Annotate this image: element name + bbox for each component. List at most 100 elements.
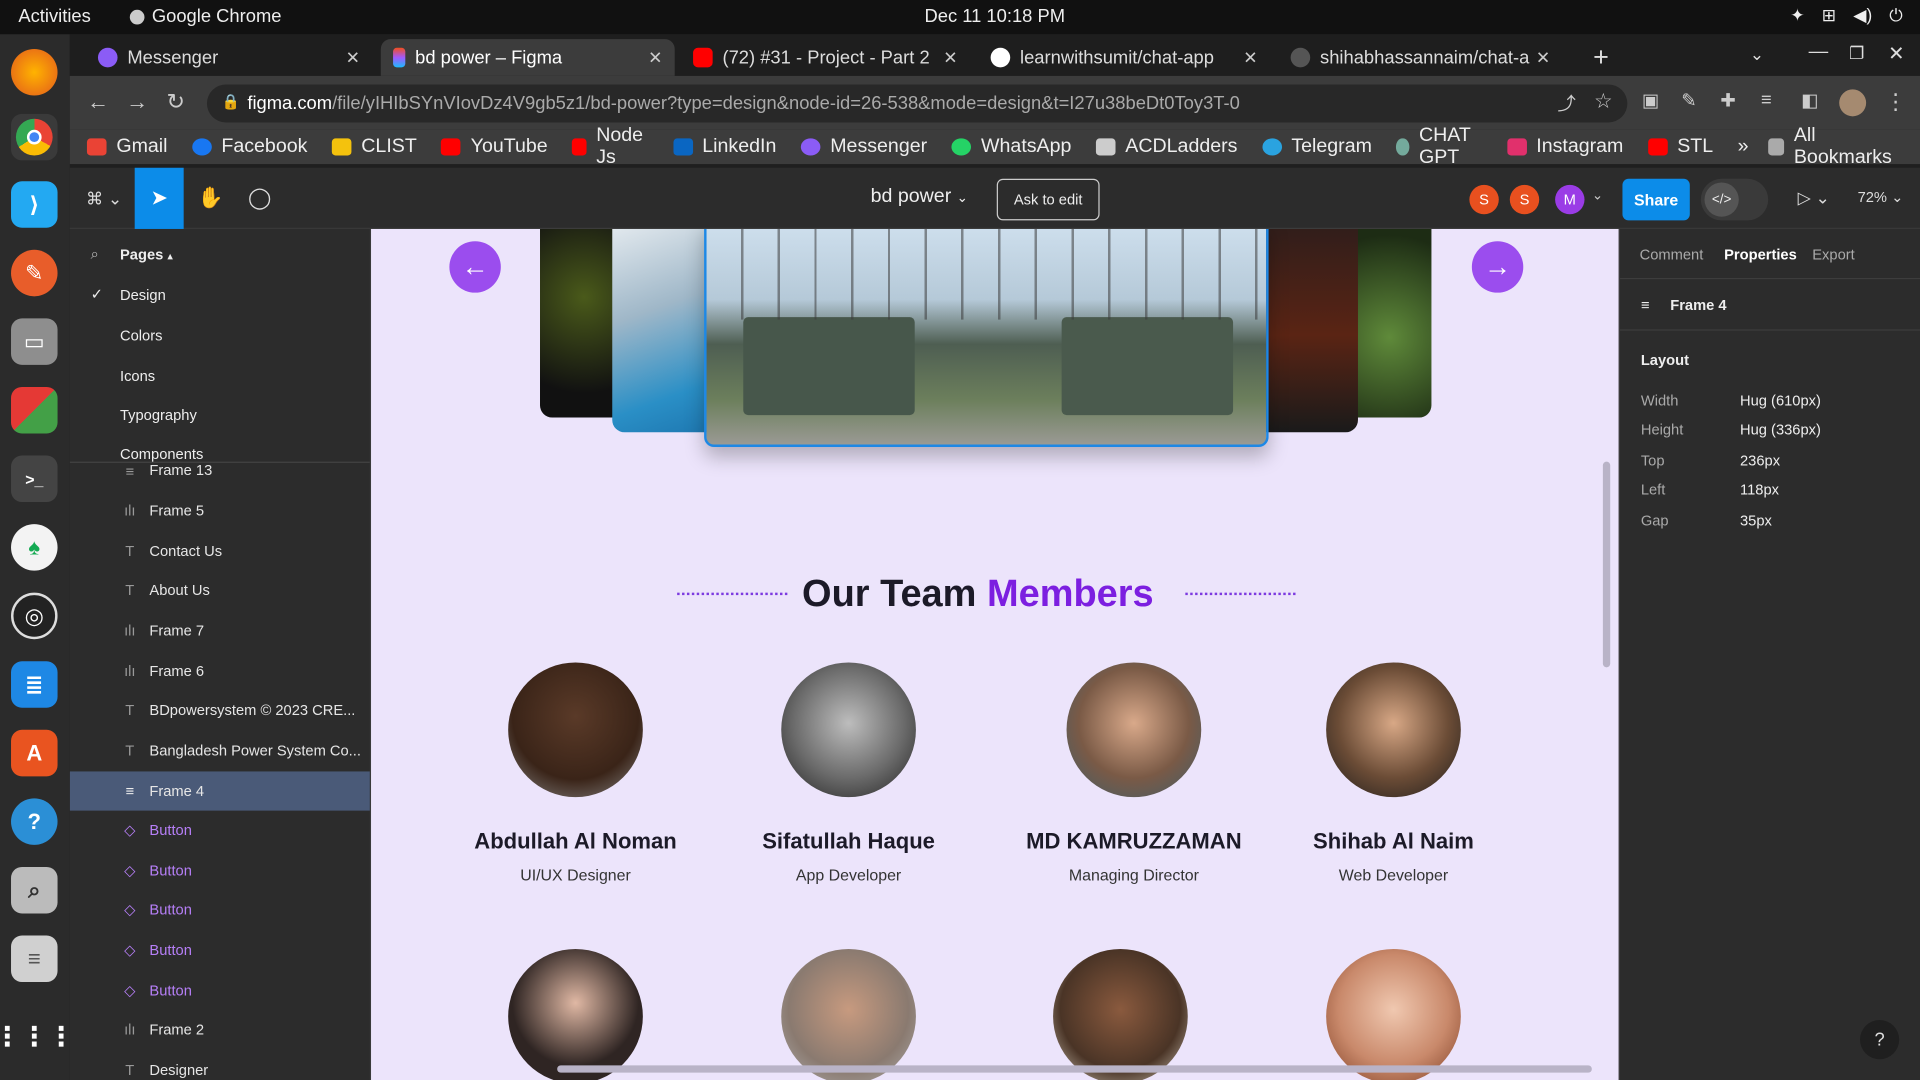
bookmark-chatgpt[interactable]: CHAT GPT bbox=[1396, 125, 1482, 169]
media-icon[interactable]: ≡ bbox=[1761, 89, 1772, 110]
tab-export[interactable]: Export bbox=[1812, 246, 1854, 263]
tab-messenger[interactable]: Messenger ✕ bbox=[86, 39, 373, 76]
obs-icon[interactable]: ◎ bbox=[11, 592, 58, 640]
mongodb-icon[interactable]: ♠ bbox=[11, 524, 58, 571]
extension-icon[interactable]: ▣ bbox=[1642, 89, 1659, 112]
writer-icon[interactable]: ≣ bbox=[11, 661, 58, 708]
arrow-left-button[interactable]: ← bbox=[449, 241, 501, 293]
help-button[interactable]: ? bbox=[1860, 1020, 1900, 1060]
layer-copyright[interactable]: T BDpowersystem © 2023 CRE... bbox=[70, 691, 370, 730]
back-icon[interactable]: ← bbox=[87, 89, 109, 115]
page-icons[interactable]: Icons bbox=[120, 367, 155, 384]
power-icon[interactable]: ⏻ bbox=[1889, 5, 1903, 26]
bookmark-telegram[interactable]: Telegram bbox=[1261, 136, 1372, 158]
new-tab-button[interactable]: + bbox=[1593, 42, 1609, 74]
files-icon[interactable]: ▭ bbox=[11, 318, 58, 365]
prop-value[interactable]: 118px bbox=[1740, 481, 1779, 498]
tab-github-2[interactable]: shihabhassannaim/chat-a ✕ bbox=[1278, 39, 1562, 76]
bookmark-gmail[interactable]: Gmail bbox=[86, 136, 167, 158]
avatar[interactable]: S bbox=[1509, 184, 1540, 215]
minimize-icon[interactable]: — bbox=[1809, 42, 1829, 64]
chevron-down-icon[interactable]: ⌄ bbox=[1592, 187, 1603, 204]
tab-figma[interactable]: bd power – Figma ✕ bbox=[380, 39, 675, 76]
sidepanel-icon[interactable]: ◧ bbox=[1801, 89, 1818, 112]
share-page-icon[interactable]: ⤴ bbox=[1558, 91, 1576, 117]
layer-about-us[interactable]: T About Us bbox=[70, 571, 370, 610]
more-bookmarks-button[interactable]: » bbox=[1738, 136, 1749, 158]
app-grid-icon[interactable]: ⋮⋮⋮ bbox=[0, 1014, 75, 1061]
chrome-icon[interactable] bbox=[11, 113, 58, 161]
comment-tool-icon[interactable]: ◯ bbox=[235, 168, 284, 229]
bookmark-stl[interactable]: STL bbox=[1647, 136, 1713, 158]
hand-tool-icon[interactable]: ✋ bbox=[186, 168, 235, 229]
volume-icon[interactable]: ◀) bbox=[1853, 5, 1872, 26]
clock[interactable]: Dec 11 10:18 PM bbox=[924, 6, 1065, 27]
prop-value[interactable]: Hug (336px) bbox=[1740, 421, 1821, 438]
close-icon[interactable]: ✕ bbox=[346, 47, 360, 68]
bookmark-whatsapp[interactable]: WhatsApp bbox=[951, 136, 1071, 158]
all-bookmarks[interactable]: All Bookmarks bbox=[1768, 125, 1895, 169]
design-canvas[interactable]: ← → Our Team Members Abdullah Al Noman U… bbox=[371, 228, 1619, 1080]
tab-github-1[interactable]: learnwithsumit/chat-app ✕ bbox=[978, 39, 1269, 76]
page-design[interactable]: Design bbox=[120, 287, 166, 304]
address-bar[interactable]: 🔒 figma.com/file/yIHIbSYnVIovDz4V9gb5z1/… bbox=[206, 84, 1628, 123]
move-tool-icon[interactable]: ➤ bbox=[134, 167, 184, 229]
close-icon[interactable]: ✕ bbox=[1243, 47, 1257, 68]
file-name-menu[interactable]: bd power ⌄ bbox=[871, 186, 968, 208]
close-icon[interactable]: ✕ bbox=[1536, 47, 1550, 68]
reload-icon[interactable]: ↻ bbox=[167, 89, 185, 115]
bookmark-messenger[interactable]: Messenger bbox=[800, 136, 927, 158]
forward-icon[interactable]: → bbox=[126, 89, 148, 115]
tab-comment[interactable]: Comment bbox=[1640, 246, 1704, 263]
accessibility-icon[interactable]: ✦ bbox=[1790, 5, 1804, 26]
profile-avatar[interactable] bbox=[1839, 89, 1867, 117]
bookmark-acdladders[interactable]: ACDLadders bbox=[1095, 136, 1237, 158]
prop-value[interactable]: 35px bbox=[1740, 512, 1772, 529]
text-editor-icon[interactable]: ≡ bbox=[11, 935, 58, 983]
layer-button[interactable]: ◇ Button bbox=[70, 971, 370, 1010]
system-tray[interactable]: ✦ ⊞ ◀) ⏻ bbox=[1790, 5, 1903, 26]
layer-contact-us[interactable]: T Contact Us bbox=[70, 531, 370, 570]
bookmark-star-icon[interactable]: ☆ bbox=[1594, 89, 1613, 113]
software-icon[interactable]: A bbox=[11, 729, 58, 777]
pen-icon[interactable]: ✎ bbox=[1681, 89, 1696, 112]
horizontal-scrollbar[interactable] bbox=[557, 1065, 1592, 1073]
puzzle-icon[interactable]: ✚ bbox=[1720, 89, 1735, 112]
layer-frame-13[interactable]: ≡ Frame 13 bbox=[70, 452, 370, 489]
tab-youtube[interactable]: (72) #31 - Project - Part 2 ✕ bbox=[681, 39, 970, 76]
layer-frame-4[interactable]: ≡ Frame 4 bbox=[69, 771, 370, 811]
close-icon[interactable]: ✕ bbox=[648, 47, 662, 68]
bookmark-youtube[interactable]: YouTube bbox=[441, 136, 548, 158]
layer-button[interactable]: ◇ Button bbox=[70, 931, 370, 970]
present-icon[interactable]: ▷ ⌄ bbox=[1798, 187, 1830, 208]
page-typography[interactable]: Typography bbox=[120, 407, 197, 424]
layer-company[interactable]: T Bangladesh Power System Co... bbox=[70, 731, 370, 770]
menu-icon[interactable]: ⋮ bbox=[1885, 89, 1907, 115]
screenshot-icon[interactable]: ⌕ bbox=[11, 866, 58, 914]
close-icon[interactable]: ✕ bbox=[943, 47, 957, 68]
activities-button[interactable]: Activities bbox=[18, 6, 90, 27]
office-icon[interactable] bbox=[11, 386, 58, 434]
figma-menu-button[interactable]: ⌘ ⌄ bbox=[80, 168, 129, 229]
tab-search-icon[interactable]: ⌄ bbox=[1750, 44, 1764, 65]
tab-properties[interactable]: Properties bbox=[1724, 246, 1797, 263]
dev-mode-toggle[interactable]: </> bbox=[1700, 178, 1769, 221]
prop-value[interactable]: 236px bbox=[1740, 452, 1780, 469]
restore-icon[interactable]: ❐ bbox=[1849, 43, 1864, 64]
layer-frame-5[interactable]: ılı Frame 5 bbox=[70, 491, 370, 530]
pages-toggle[interactable]: Pages ▴ bbox=[120, 246, 173, 263]
search-icon[interactable]: ⌕ bbox=[91, 245, 99, 263]
help-icon[interactable]: ? bbox=[11, 798, 58, 845]
firefox-icon[interactable] bbox=[11, 48, 58, 96]
layer-frame-6[interactable]: ılı Frame 6 bbox=[70, 651, 370, 690]
bookmark-linkedin[interactable]: LinkedIn bbox=[672, 136, 776, 158]
bookmark-clist[interactable]: CLIST bbox=[331, 136, 417, 158]
arrow-right-button[interactable]: → bbox=[1471, 241, 1524, 293]
layer-button[interactable]: ◇ Button bbox=[70, 890, 370, 929]
layer-designer[interactable]: T Designer bbox=[70, 1051, 370, 1080]
layer-button[interactable]: ◇ Button bbox=[70, 811, 370, 850]
layer-frame-7[interactable]: ılı Frame 7 bbox=[70, 611, 370, 650]
page-colors[interactable]: Colors bbox=[120, 327, 162, 344]
layer-button[interactable]: ◇ Button bbox=[70, 851, 370, 890]
close-window-icon[interactable]: ✕ bbox=[1888, 42, 1904, 66]
